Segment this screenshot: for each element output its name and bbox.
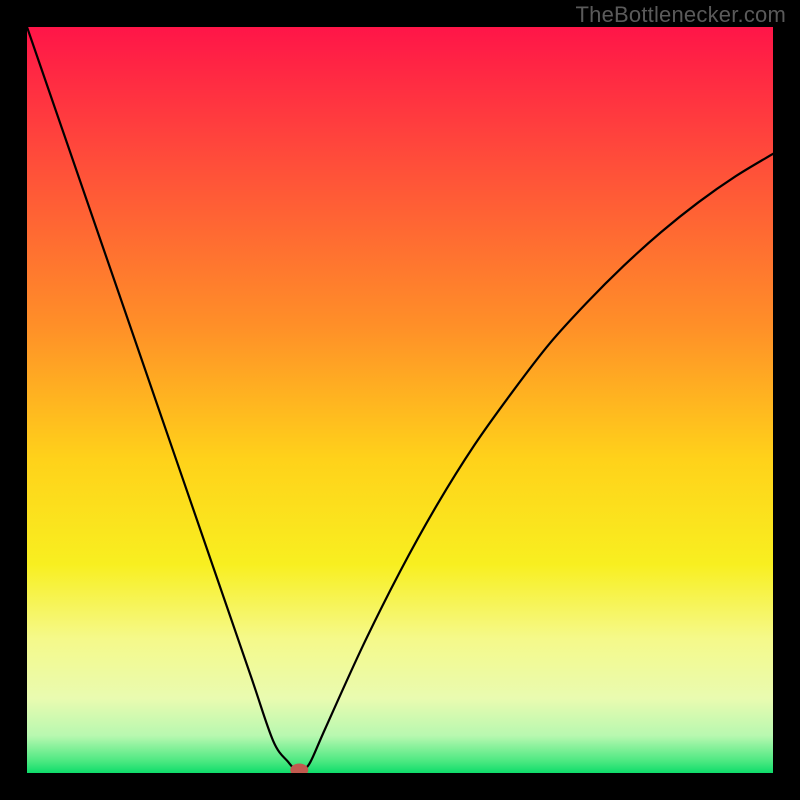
chart-svg bbox=[27, 27, 773, 773]
chart-plot-area bbox=[27, 27, 773, 773]
chart-background bbox=[27, 27, 773, 773]
watermark-text: TheBottlenecker.com bbox=[576, 2, 786, 28]
